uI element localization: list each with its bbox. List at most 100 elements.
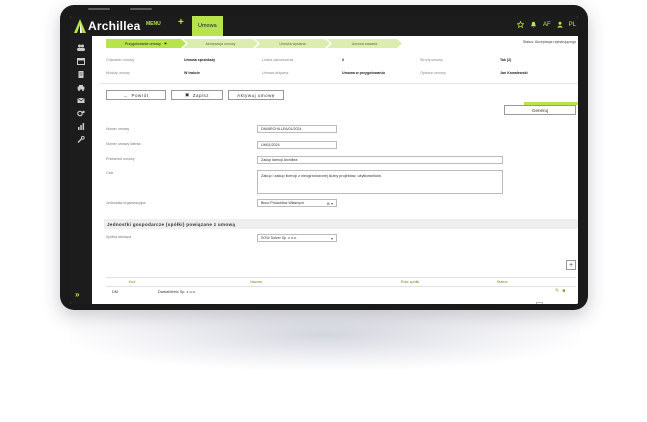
info-value: Umowa sprzedaży	[184, 57, 216, 62]
laptop-frame: Archillea MENU + Umowa AF PL » Przygotow…	[60, 5, 588, 310]
step-2[interactable]: Akceptacja umowy	[183, 39, 258, 48]
step-label: Umowa wysłana	[279, 41, 306, 46]
column-header-status[interactable]: Status	[466, 280, 538, 284]
subject-field[interactable]: Zakup licencji Archillea	[257, 156, 503, 164]
activate-button-label: Aktywuj umowę	[237, 92, 275, 98]
info-row: Moduły umowy W trakcie Umowa aktywna Umo…	[106, 66, 576, 79]
back-button[interactable]: ← Powrót	[106, 90, 166, 100]
back-button-label: Powrót	[131, 92, 149, 98]
org-unit-label: Jednostka organizacyjna	[106, 201, 146, 205]
top-right-controls: AF PL	[516, 21, 576, 28]
user-icon[interactable]	[556, 21, 563, 28]
step-3[interactable]: Umowa wysłana	[255, 39, 330, 48]
info-label: Strony umowy	[420, 57, 443, 62]
row-actions: ✎ ■	[555, 288, 565, 294]
section-title: Jednostki gospodarcze (spółki) powiązane…	[104, 219, 578, 229]
lead-company-select[interactable]: SOW Solver Sp. z o.o. ▾	[257, 234, 337, 242]
save-button-label: Zapisz	[192, 92, 210, 98]
add-new-button[interactable]: +	[178, 17, 184, 28]
column-header-role[interactable]: Rola spółki	[354, 280, 466, 284]
stage: Archillea MENU + Umowa AF PL » Przygotow…	[0, 0, 647, 422]
chevron-down-icon: ▾	[330, 236, 333, 241]
app-screen: Archillea MENU + Umowa AF PL » Przygotow…	[70, 16, 578, 304]
step-1[interactable]: Przygotowanie umowy ⚑	[106, 39, 186, 48]
step-label: Przygotowanie umowy	[124, 41, 161, 46]
expand-sidebar-icon[interactable]: »	[75, 290, 79, 299]
contract-number-label: Numer umowy	[106, 127, 130, 131]
sidebar-item-settings[interactable]	[77, 110, 85, 117]
contract-number-field[interactable]: DM/ARCHILLEA/01/2024	[257, 125, 337, 133]
sidebar-item-tools[interactable]	[77, 136, 85, 143]
tab-umowa[interactable]: Umowa	[192, 16, 223, 36]
clear-and-chevron-icon[interactable]: ⊗ ▾	[327, 201, 333, 206]
camera-notch	[130, 8, 152, 10]
generate-button-label: Generuj	[531, 107, 548, 113]
process-stepper: Przygotowanie umowy ⚑ Akceptacja umowy U…	[106, 39, 399, 48]
calendar-icon	[77, 58, 85, 65]
gears-icon	[77, 110, 85, 117]
page-total: z 1	[546, 303, 551, 304]
add-company-button[interactable]: +	[566, 260, 576, 270]
info-value: Jan Kowalewski	[500, 70, 528, 75]
users-icon	[77, 44, 85, 51]
lead-company-value: SOW Solver Sp. z o.o.	[261, 236, 297, 240]
column-header-code[interactable]: Kod	[106, 280, 158, 284]
prev-page-button[interactable]: ‹	[532, 303, 533, 304]
generate-button[interactable]: Generuj	[504, 105, 576, 115]
sidebar-item-reports[interactable]	[77, 123, 85, 130]
camera-notch	[88, 8, 110, 10]
info-label: Opiekun umowy	[420, 70, 446, 75]
language-switch[interactable]: PL	[569, 22, 576, 28]
sidebar-item-vehicles[interactable]	[77, 84, 85, 91]
logo-text: Archillea	[88, 19, 141, 33]
arrow-left-icon: ←	[123, 92, 129, 98]
edit-pencil-icon[interactable]: ✎	[555, 288, 559, 294]
table-header: Kod Nazwa Rola spółki Status	[106, 277, 576, 287]
star-icon[interactable]	[516, 21, 524, 28]
client-number-field[interactable]: UM01/2024	[257, 141, 337, 149]
org-unit-select[interactable]: Biuro Produktów Własnych ⊗ ▾	[257, 199, 337, 207]
sidebar-item-users[interactable]	[77, 44, 85, 51]
step-4[interactable]: Umowa zawarta	[327, 39, 402, 48]
contract-info-grid: Charakter umowy Umowa sprzedaży Liczba z…	[106, 53, 576, 79]
sidebar: »	[70, 36, 92, 304]
device-shadow	[70, 300, 580, 370]
user-initials[interactable]: AF	[543, 22, 551, 28]
logo-mark-icon	[74, 19, 86, 33]
wrench-icon	[77, 136, 85, 143]
cell-name: DarbaMetric Sp. z o.o.	[158, 290, 196, 294]
column-header-name[interactable]: Nazwa	[158, 280, 354, 284]
info-value: 0	[342, 57, 344, 62]
table-row[interactable]: DM DarbaMetric Sp. z o.o.	[106, 287, 576, 297]
main-content: Przygotowanie umowy ⚑ Akceptacja umowy U…	[92, 36, 578, 304]
plus-icon: +	[568, 261, 574, 269]
step-label: Akceptacja umowy	[205, 41, 236, 46]
activate-button[interactable]: Aktywuj umowę	[228, 90, 284, 100]
info-value: Tak (2)	[500, 57, 512, 62]
sidebar-item-mail[interactable]	[77, 97, 85, 104]
info-label: Liczba zakończenia	[262, 57, 294, 62]
status-text: Status: Akceptacja rejestrującego	[522, 40, 576, 44]
page-number[interactable]: 1	[536, 302, 543, 304]
goal-textarea[interactable]: Zakup i zakup licencji z nieograniczonej…	[257, 170, 503, 194]
mail-icon	[77, 97, 85, 103]
info-label: Moduły umowy	[106, 70, 130, 75]
goal-label: Cele	[106, 171, 114, 175]
flag-icon: ⚑	[163, 41, 168, 46]
trash-icon[interactable]: ■	[562, 288, 565, 294]
car-icon	[77, 85, 85, 91]
menu-button[interactable]: MENU	[146, 21, 161, 27]
sidebar-item-documents[interactable]	[77, 71, 85, 78]
chart-icon	[78, 123, 85, 130]
save-button[interactable]: ▣ Zapisz	[171, 90, 223, 100]
info-label: Charakter umowy	[106, 57, 135, 62]
floppy-icon: ▣	[184, 92, 190, 97]
app-logo[interactable]: Archillea	[74, 18, 141, 34]
info-row: Charakter umowy Umowa sprzedaży Liczba z…	[106, 53, 576, 66]
sidebar-item-calendar[interactable]	[77, 58, 85, 65]
org-unit-value: Biuro Produktów Własnych	[261, 201, 304, 205]
cell-code: DM	[112, 290, 118, 294]
next-page-button[interactable]: ›	[554, 303, 555, 304]
pagination: ‹ 1 z 1 ›	[532, 302, 555, 304]
bell-icon[interactable]	[530, 21, 537, 28]
